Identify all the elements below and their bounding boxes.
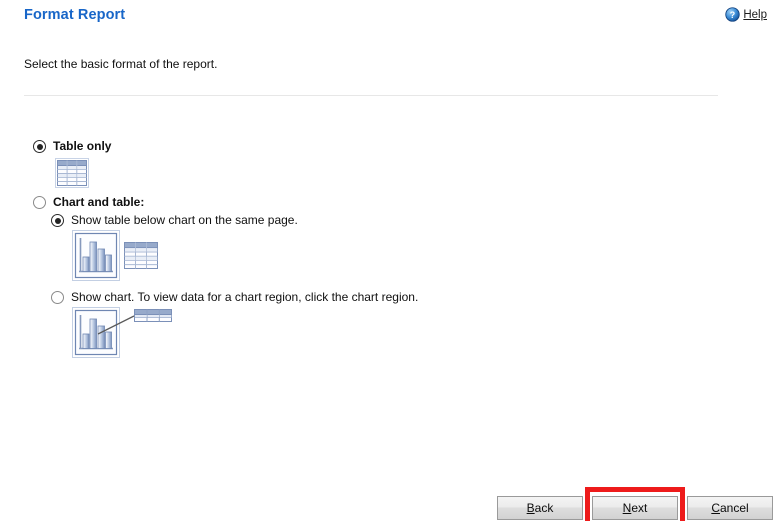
page-title: Format Report	[24, 7, 126, 23]
radio-table-only[interactable]	[33, 140, 46, 153]
svg-text:?: ?	[730, 10, 735, 20]
help-label: Help	[743, 8, 767, 21]
option-chart-and-table[interactable]: Chart and table:	[33, 195, 144, 210]
help-link[interactable]: ? Help	[725, 7, 767, 22]
instruction-text: Select the basic format of the report.	[24, 57, 218, 71]
radio-show-table-below-chart[interactable]	[51, 214, 64, 227]
next-label-rest: ext	[631, 501, 648, 515]
option-show-table-below-chart-label: Show table below chart on the same page.	[71, 213, 298, 227]
option-table-only[interactable]: Table only	[33, 139, 111, 154]
format-report-wizard-page: Format Report ? Help Select the basic fo…	[0, 0, 777, 521]
option-show-chart-click-region[interactable]: Show chart. To view data for a chart reg…	[51, 290, 418, 305]
chart-with-callout-icon	[72, 307, 177, 364]
back-button[interactable]: Back	[497, 496, 583, 520]
option-chart-and-table-label: Chart and table:	[53, 195, 145, 209]
table-icon	[55, 158, 89, 193]
radio-show-chart-click-region[interactable]	[51, 291, 64, 304]
radio-chart-and-table[interactable]	[33, 196, 46, 209]
question-circle-icon: ?	[725, 7, 741, 22]
option-table-only-label: Table only	[53, 139, 112, 153]
option-show-chart-click-region-label: Show chart. To view data for a chart reg…	[71, 290, 419, 304]
back-label-rest: ack	[534, 501, 554, 515]
header-divider	[24, 95, 718, 96]
cancel-label-rest: ancel	[719, 501, 749, 515]
back-accel: B	[526, 501, 535, 515]
cancel-button[interactable]: Cancel	[687, 496, 773, 520]
next-button[interactable]: Next	[592, 496, 678, 520]
cancel-accel: C	[711, 501, 720, 515]
option-show-table-below-chart[interactable]: Show table below chart on the same page.	[51, 213, 298, 228]
chart-and-table-icon	[72, 230, 168, 287]
